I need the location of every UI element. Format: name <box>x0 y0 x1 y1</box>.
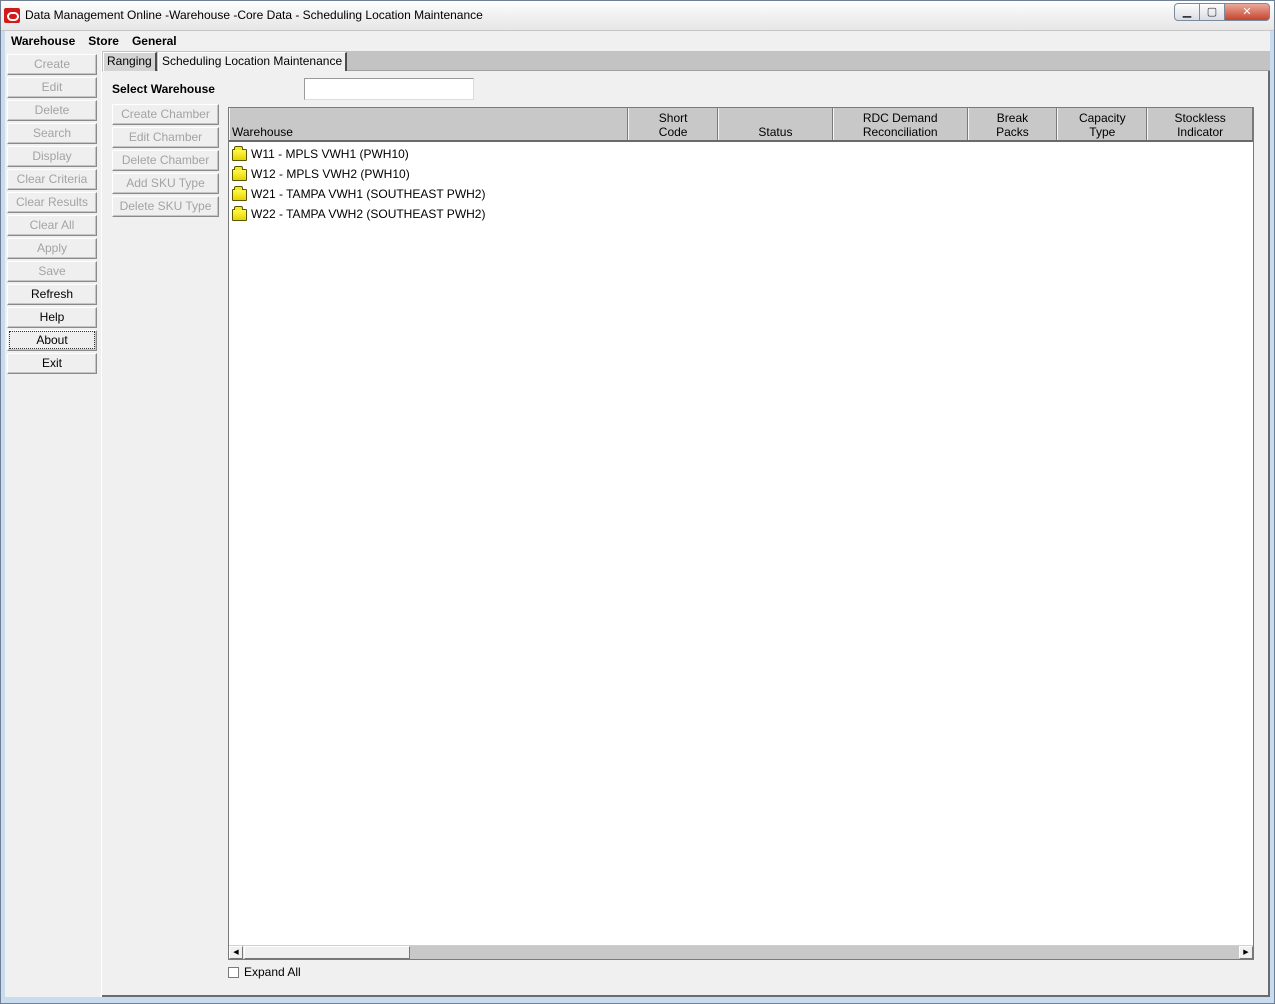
header-text: Status <box>758 125 793 139</box>
scroll-thumb[interactable] <box>244 946 410 959</box>
column-header-status[interactable]: Status <box>718 108 833 140</box>
app-window: Data Management Online -Warehouse -Core … <box>0 0 1275 1004</box>
folder-icon <box>232 206 247 221</box>
tree-row-label: W12 - MPLS VWH2 (PWH10) <box>251 167 410 181</box>
select-warehouse-label: Select Warehouse <box>112 82 215 96</box>
table-header: Warehouse Short Code Status RDC Demand Reconc… <box>229 108 1254 142</box>
folder-icon <box>232 146 247 161</box>
clear-results-button[interactable]: Clear Results <box>7 192 97 213</box>
display-button[interactable]: Display <box>7 146 97 167</box>
header-text: Stockless <box>1174 111 1226 125</box>
create-chamber-button[interactable]: Create Chamber <box>112 104 219 125</box>
scroll-track[interactable] <box>410 946 1239 959</box>
window-controls: ▁ ▢ ✕ <box>1174 3 1270 21</box>
header-text: Indicator <box>1177 125 1224 139</box>
chamber-button-column: Create Chamber Edit Chamber Delete Chamber… <box>112 104 219 219</box>
refresh-button[interactable]: Refresh <box>7 284 97 305</box>
button-label: Apply <box>36 241 68 255</box>
create-button[interactable]: Create <box>7 54 97 75</box>
tab-ranging[interactable]: Ranging <box>103 52 157 71</box>
button-label: Clear All <box>29 218 75 232</box>
minimize-button[interactable]: ▁ <box>1174 3 1200 21</box>
tree-row[interactable]: W21 - TAMPA VWH1 (SOUTHEAST PWH2) <box>229 184 1253 204</box>
header-text: RDC Demand <box>862 111 938 125</box>
expand-all-checkbox[interactable] <box>228 966 239 978</box>
about-button[interactable]: About <box>7 330 97 351</box>
save-button[interactable]: Save <box>7 261 97 282</box>
column-header-short-code[interactable]: Short Code <box>628 108 719 140</box>
oracle-app-icon <box>4 8 20 23</box>
delete-chamber-button[interactable]: Delete Chamber <box>112 150 219 171</box>
tab-scheduling-location-maintenance[interactable]: Scheduling Location Maintenance <box>158 52 348 72</box>
button-label: About <box>9 331 95 349</box>
column-header-warehouse[interactable]: Warehouse <box>229 108 629 140</box>
tree-row[interactable]: W22 - TAMPA VWH2 (SOUTHEAST PWH2) <box>229 204 1253 224</box>
warehouse-tree-table: Warehouse Short Code Status RDC Demand Reconc… <box>228 107 1254 960</box>
menu-general[interactable]: General <box>126 31 184 51</box>
button-label: Edit <box>41 80 63 94</box>
tree-row[interactable]: W11 - MPLS VWH1 (PWH10) <box>229 144 1253 164</box>
tab-content: Select Warehouse Create Chamber Edit Cham… <box>102 71 1270 997</box>
menu-store[interactable]: Store <box>82 31 126 51</box>
help-button[interactable]: Help <box>7 307 97 328</box>
header-text: Reconciliation <box>862 125 938 139</box>
button-label: Delete <box>34 103 70 117</box>
header-text: Type <box>1089 125 1116 139</box>
expand-all-control[interactable]: Expand All <box>228 965 301 979</box>
header-text: Break <box>996 111 1029 125</box>
menu-warehouse[interactable]: Warehouse <box>5 31 82 51</box>
expand-all-label: Expand All <box>244 965 301 979</box>
folder-icon <box>232 166 247 181</box>
header-text: Capacity <box>1078 111 1126 125</box>
action-button-column: Create Edit Delete Search Display Clear Crite… <box>7 54 97 376</box>
button-label: Help <box>39 310 65 324</box>
apply-button[interactable]: Apply <box>7 238 97 259</box>
tab-strip: Ranging Scheduling Location Maintenance <box>102 51 1270 72</box>
menu-bar: Warehouse Store General <box>5 31 1270 51</box>
tree-row[interactable]: W12 - MPLS VWH2 (PWH10) <box>229 164 1253 184</box>
scroll-left-arrow-icon[interactable]: ◀ <box>229 946 243 959</box>
add-sku-type-button[interactable]: Add SKU Type <box>112 173 219 194</box>
main-panel: Ranging Scheduling Location Maintenance … <box>101 51 1270 997</box>
button-label: Clear Criteria <box>16 172 88 186</box>
table-body: W11 - MPLS VWH1 (PWH10) W12 - MPLS VWH2 (… <box>229 144 1253 224</box>
tree-row-label: W21 - TAMPA VWH1 (SOUTHEAST PWH2) <box>251 187 486 201</box>
edit-button[interactable]: Edit <box>7 77 97 98</box>
scroll-right-arrow-icon[interactable]: ▶ <box>1239 946 1253 959</box>
delete-button[interactable]: Delete <box>7 100 97 121</box>
window-title: Data Management Online -Warehouse -Core … <box>25 8 483 22</box>
column-header-stockless-indicator[interactable]: Stockless Indicator <box>1147 108 1254 140</box>
column-header-break-packs[interactable]: Break Packs <box>967 108 1058 140</box>
clear-criteria-button[interactable]: Clear Criteria <box>7 169 97 190</box>
column-header-capacity-type[interactable]: Capacity Type <box>1057 108 1148 140</box>
folder-icon <box>232 186 247 201</box>
client-area: Warehouse Store General Create Edit Delete… <box>5 31 1270 997</box>
search-button[interactable]: Search <box>7 123 97 144</box>
header-text: Short <box>658 111 688 125</box>
horizontal-scrollbar[interactable]: ◀ ▶ <box>229 945 1253 959</box>
button-label: Save <box>38 264 66 278</box>
select-warehouse-input[interactable] <box>304 78 474 100</box>
tree-row-label: W11 - MPLS VWH1 (PWH10) <box>251 147 409 161</box>
button-label: Refresh <box>30 287 74 301</box>
header-text: Packs <box>996 125 1029 139</box>
button-label: Exit <box>41 356 62 370</box>
delete-sku-type-button[interactable]: Delete SKU Type <box>112 196 219 217</box>
header-text: Code <box>658 125 688 139</box>
tree-row-label: W22 - TAMPA VWH2 (SOUTHEAST PWH2) <box>251 207 486 221</box>
column-header-rdc-demand-reconciliation[interactable]: RDC Demand Reconciliation <box>832 108 968 140</box>
maximize-button[interactable]: ▢ <box>1199 3 1225 21</box>
button-label: Search <box>32 126 72 140</box>
exit-button[interactable]: Exit <box>7 353 97 374</box>
header-text: Warehouse <box>232 125 293 139</box>
close-button[interactable]: ✕ <box>1224 3 1270 21</box>
title-bar[interactable]: Data Management Online -Warehouse -Core … <box>1 1 1274 31</box>
clear-all-button[interactable]: Clear All <box>7 215 97 236</box>
edit-chamber-button[interactable]: Edit Chamber <box>112 127 219 148</box>
button-label: Display <box>32 149 72 163</box>
button-label: Create <box>33 57 71 71</box>
button-label: Clear Results <box>15 195 89 209</box>
